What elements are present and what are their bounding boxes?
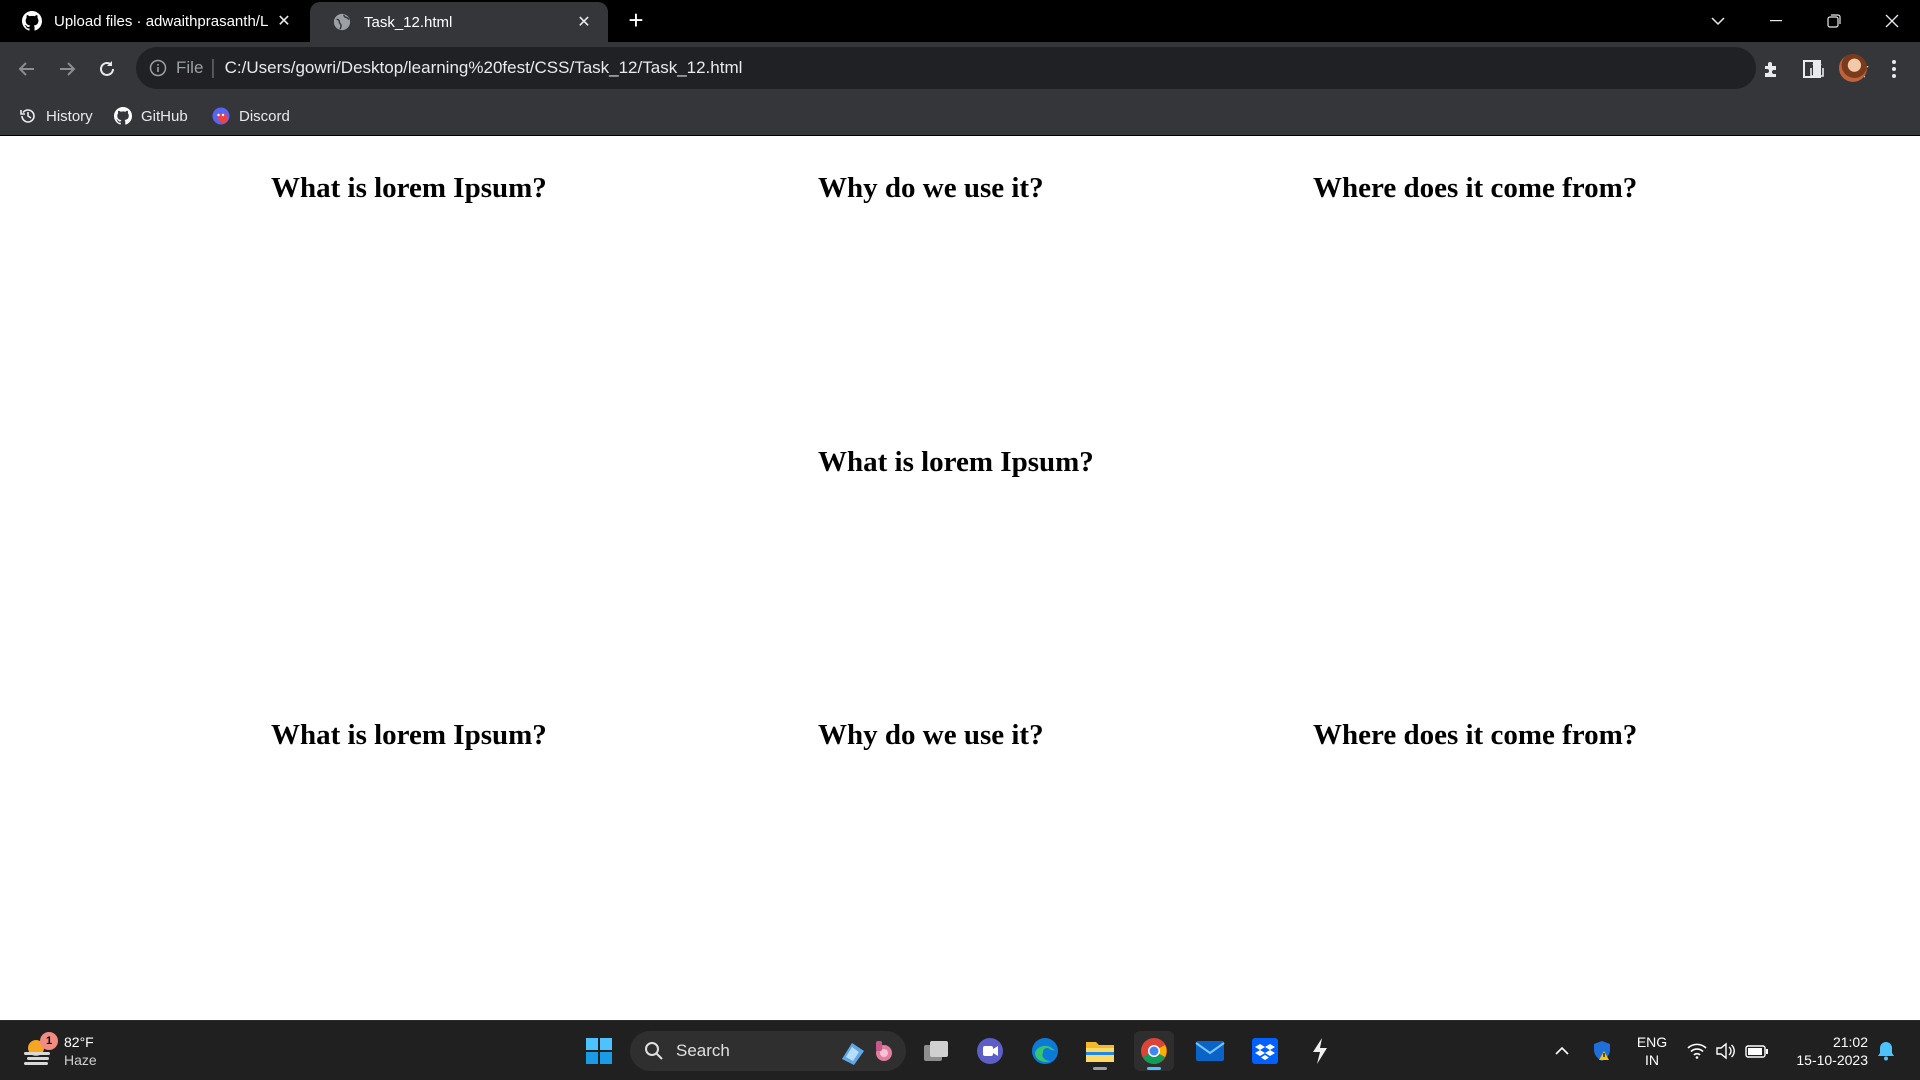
search-label: Search [676, 1041, 730, 1060]
tab-task-12[interactable]: Task_12.html ✕ [310, 2, 608, 42]
bookmark-label: GitHub [141, 107, 188, 125]
heading-where-does-it-come-from: Where does it come from? [1313, 719, 1638, 751]
profile-avatar[interactable] [1839, 54, 1867, 82]
minimize-button[interactable] [1748, 0, 1804, 42]
close-window-button[interactable] [1864, 0, 1920, 42]
notification-bell-icon[interactable] [1874, 1035, 1898, 1067]
heading-why-do-we-use-it: Why do we use it? [818, 172, 1044, 204]
discord-icon [212, 107, 230, 125]
page-content: What is lorem Ipsum? Why do we use it? W… [0, 136, 1920, 1020]
info-icon[interactable] [148, 58, 168, 78]
dropbox-icon[interactable] [1245, 1031, 1285, 1071]
history-icon [19, 107, 37, 125]
bookmark-history[interactable]: History [19, 102, 93, 130]
app-icon[interactable] [1300, 1031, 1340, 1071]
back-arrow-icon[interactable] [11, 53, 43, 85]
haze-weather-icon: 1 [22, 1032, 58, 1066]
tab-title: Task_12.html [364, 13, 453, 31]
chevron-up-icon[interactable] [1552, 1035, 1572, 1067]
more-menu-icon[interactable] [1882, 57, 1906, 81]
url-text[interactable]: C:/Users/gowri/Desktop/learning%20fest/C… [225, 58, 743, 78]
task-view-icon[interactable] [916, 1031, 956, 1071]
bookmark-label: Discord [239, 107, 290, 125]
tab-title: Upload files · adwaithprasanth/L [54, 12, 269, 30]
bookmark-github[interactable]: GitHub [114, 102, 188, 130]
volume-icon[interactable] [1714, 1035, 1736, 1067]
forward-arrow-icon[interactable] [51, 53, 83, 85]
github-icon [22, 11, 42, 31]
start-icon[interactable] [579, 1031, 619, 1071]
active-indicator [1147, 1067, 1161, 1070]
bookmark-discord[interactable]: Discord [212, 102, 290, 130]
taskbar-search[interactable]: Search [630, 1031, 906, 1071]
region-code: IN [1645, 1052, 1659, 1068]
mail-icon[interactable] [1190, 1031, 1230, 1071]
heading-what-is-lorem-ipsum: What is lorem Ipsum? [271, 719, 547, 751]
meet-icon[interactable] [970, 1031, 1010, 1071]
language-code: ENG [1636, 1034, 1668, 1050]
close-tab-icon[interactable]: ✕ [274, 11, 294, 31]
clock-time: 21:02 [1832, 1034, 1868, 1050]
language-indicator[interactable]: ENG IN [1632, 1033, 1672, 1069]
github-icon [114, 107, 132, 125]
new-tab-button[interactable]: + [622, 7, 650, 34]
windows-taskbar: 1 82°F Haze Search ENG IN 21:02 15-10-20… [0, 1020, 1920, 1080]
heading-what-is-lorem-ipsum: What is lorem Ipsum? [818, 446, 1094, 478]
bookmarks-bar: History GitHub Discord [0, 96, 1920, 136]
extensions-puzzle-icon[interactable] [1760, 57, 1784, 81]
chrome-icon[interactable] [1134, 1031, 1174, 1071]
address-bar[interactable]: File | C:/Users/gowri/Desktop/learning%2… [136, 47, 1869, 89]
bookmark-label: History [46, 107, 93, 125]
divider: | [210, 56, 216, 79]
heading-why-do-we-use-it: Why do we use it? [818, 719, 1044, 751]
side-panel-icon[interactable] [1800, 57, 1824, 81]
chevron-down-icon[interactable] [1690, 0, 1746, 42]
search-icon [644, 1041, 664, 1061]
weather-condition: Haze [64, 1052, 97, 1068]
edge-icon[interactable] [1025, 1031, 1065, 1071]
notification-badge: 1 [40, 1032, 58, 1050]
restore-button[interactable] [1806, 0, 1862, 42]
globe-icon [332, 12, 352, 32]
heading-where-does-it-come-from: Where does it come from? [1313, 172, 1638, 204]
system-clock[interactable]: 21:02 15-10-2023 [1782, 1033, 1868, 1069]
security-shield-icon[interactable] [1590, 1035, 1614, 1067]
running-indicator [1093, 1067, 1107, 1070]
clock-date: 15-10-2023 [1796, 1052, 1868, 1068]
tab-upload-files[interactable]: Upload files · adwaithprasanth/L ✕ [0, 0, 308, 42]
scheme-label: File [176, 58, 204, 77]
battery-icon[interactable] [1744, 1035, 1770, 1067]
wifi-icon[interactable] [1686, 1035, 1708, 1067]
tab-strip: Upload files · adwaithprasanth/L ✕ Task_… [0, 0, 1920, 42]
file-explorer-icon[interactable] [1080, 1031, 1120, 1071]
browser-toolbar: File | C:/Users/gowri/Desktop/learning%2… [0, 42, 1920, 96]
search-highlight-icon [838, 1037, 898, 1065]
reload-icon[interactable] [91, 53, 123, 85]
weather-temperature: 82°F [64, 1034, 94, 1050]
weather-widget[interactable]: 1 82°F Haze [22, 1031, 97, 1071]
close-tab-icon[interactable]: ✕ [574, 12, 594, 32]
heading-what-is-lorem-ipsum: What is lorem Ipsum? [271, 172, 547, 204]
